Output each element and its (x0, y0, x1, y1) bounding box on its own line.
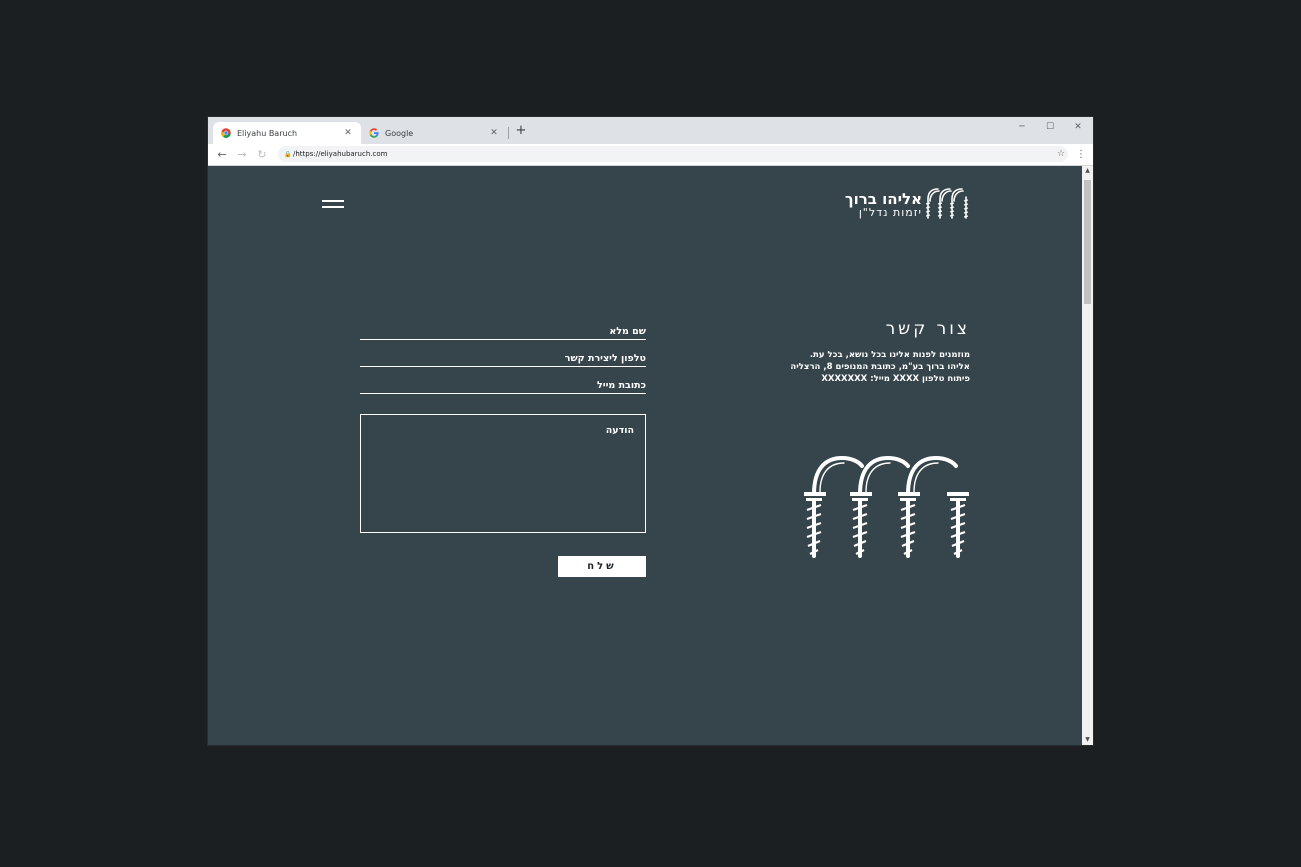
maximize-button[interactable]: ☐ (1036, 119, 1064, 135)
google-icon (369, 128, 379, 138)
url-text: /https://eliyahubaruch.com (293, 150, 388, 158)
new-tab-button[interactable]: + (513, 123, 529, 139)
contact-title: צור קשר (885, 319, 970, 339)
tab-separator (508, 127, 509, 139)
lock-icon: 🔒 (284, 151, 292, 158)
tab-eliyahu-baruch[interactable]: Eliyahu Baruch ✕ (213, 122, 361, 144)
close-tab-icon[interactable]: ✕ (489, 128, 499, 138)
hamburger-icon[interactable] (322, 197, 344, 211)
browser-toolbar: ← → ↻ 🔒/https://eliyahubaruch.com ☆ ⋮ (208, 144, 1093, 166)
back-button[interactable]: ← (213, 146, 231, 163)
tab-title: Eliyahu Baruch (237, 128, 298, 138)
browser-window: Eliyahu Baruch ✕ Google ✕ + ─ ☐ ✕ ← → ↻ (208, 117, 1093, 745)
minimize-button[interactable]: ─ (1008, 119, 1036, 135)
scroll-down-icon[interactable]: ▼ (1082, 735, 1093, 745)
message-textarea[interactable]: הודעה (360, 414, 646, 533)
contact-info: מוזמנים לפנות אלינו בכל נושא, בכל עת. אל… (790, 349, 970, 385)
full-name-field[interactable]: שם מלא (360, 321, 646, 340)
chrome-icon (221, 128, 231, 138)
close-tab-icon[interactable]: ✕ (343, 128, 353, 138)
screws-illustration (804, 455, 969, 558)
address-bar[interactable]: 🔒/https://eliyahubaruch.com ☆ (278, 146, 1068, 162)
contact-line: אליהו ברוך בע"מ, כתובת המנופים 8, הרצליה (790, 362, 970, 372)
logo-subtitle: יזמות נדל"ן (858, 206, 922, 219)
web-page: אליהו ברוך יזמות נדל"ן צור קשר מוזמנים ל… (208, 166, 1082, 745)
contact-line: פיתוח טלפון XXXX מייל: XXXXXXX (821, 374, 970, 384)
reload-button[interactable]: ↻ (253, 146, 271, 163)
message-label: הודעה (605, 425, 634, 436)
phone-field[interactable]: טלפון ליצירת קשר (360, 348, 646, 367)
send-button[interactable]: שלח (558, 556, 646, 577)
close-window-button[interactable]: ✕ (1064, 119, 1092, 135)
scroll-up-icon[interactable]: ▲ (1082, 166, 1093, 176)
menu-dots-icon[interactable]: ⋮ (1075, 146, 1087, 163)
star-icon[interactable]: ☆ (1054, 146, 1068, 162)
contact-line: מוזמנים לפנות אלינו בכל נושא, בכל עת. (809, 350, 970, 360)
email-label: כתובת מייל (597, 380, 646, 391)
email-field[interactable]: כתובת מייל (360, 375, 646, 394)
scrollbar-thumb[interactable] (1084, 180, 1091, 304)
forward-button[interactable]: → (233, 146, 251, 163)
scrollbar[interactable]: ▲ ▼ (1082, 166, 1093, 745)
tab-title: Google (385, 128, 414, 138)
site-logo[interactable]: אליהו ברוך יזמות נדל"ן (844, 187, 972, 221)
tab-strip: Eliyahu Baruch ✕ Google ✕ + ─ ☐ ✕ (208, 117, 1093, 144)
full-name-label: שם מלא (609, 326, 646, 337)
tab-google[interactable]: Google ✕ (361, 122, 507, 144)
logo-arches-icon (926, 188, 969, 219)
phone-label: טלפון ליצירת קשר (564, 353, 646, 364)
